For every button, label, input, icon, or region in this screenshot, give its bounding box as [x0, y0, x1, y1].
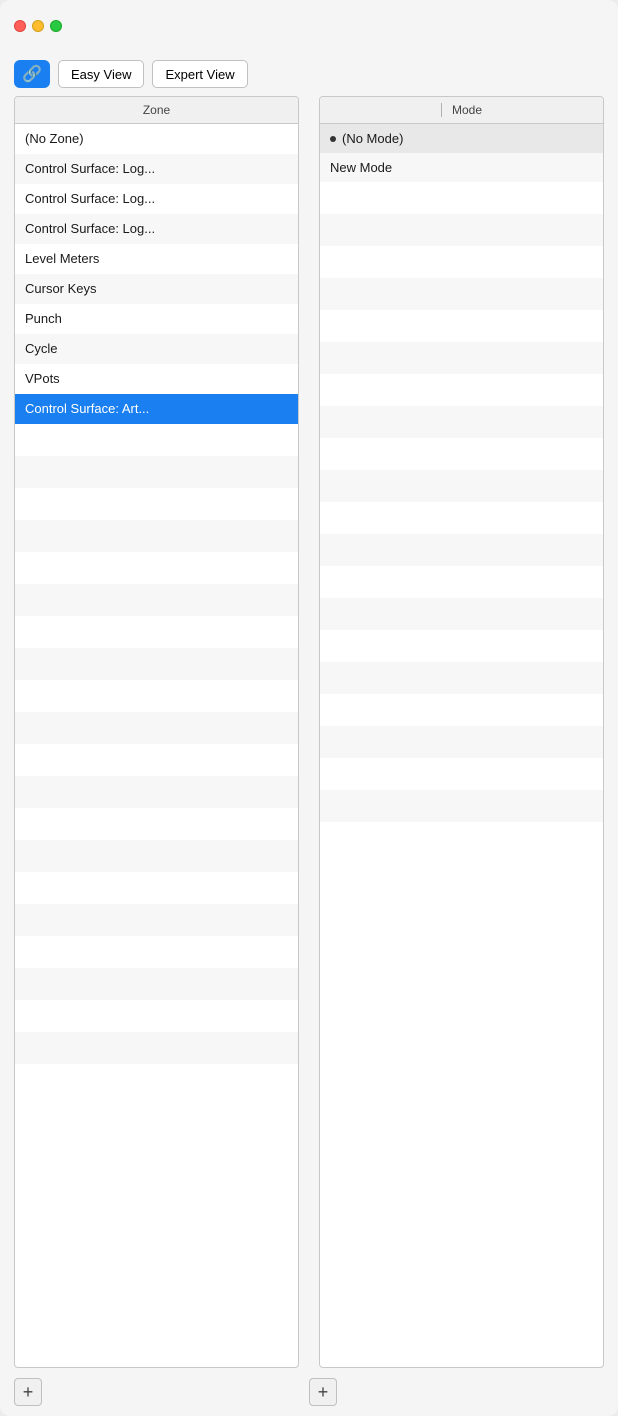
empty-row: [320, 502, 603, 534]
add-zone-button[interactable]: +: [14, 1378, 42, 1406]
list-item-selected[interactable]: Control Surface: Art...: [15, 394, 298, 424]
empty-row: [320, 310, 603, 342]
empty-row: [15, 776, 298, 808]
list-item[interactable]: Level Meters: [15, 244, 298, 274]
link-button[interactable]: 🔗: [14, 60, 50, 88]
empty-row: [15, 488, 298, 520]
mode-item-label: New Mode: [330, 160, 392, 175]
zone-panel: Zone (No Zone) Control Surface: Log... C…: [14, 96, 299, 1368]
mode-panel-header: Mode: [320, 97, 603, 124]
empty-row: [320, 214, 603, 246]
empty-row: [320, 694, 603, 726]
empty-row: [15, 808, 298, 840]
empty-row: [320, 278, 603, 310]
empty-row: [15, 1032, 298, 1064]
empty-row: [320, 470, 603, 502]
empty-row: [320, 790, 603, 822]
empty-row: [320, 566, 603, 598]
footer-right: +: [309, 1378, 604, 1406]
footer: + +: [0, 1368, 618, 1416]
empty-row: [320, 726, 603, 758]
list-item[interactable]: VPots: [15, 364, 298, 394]
panels-container: Zone (No Zone) Control Surface: Log... C…: [14, 96, 604, 1368]
empty-row: [15, 520, 298, 552]
link-icon: 🔗: [22, 64, 42, 84]
titlebar: [0, 0, 618, 52]
empty-row: [15, 616, 298, 648]
mode-list[interactable]: (No Mode) New Mode: [320, 124, 603, 1367]
expert-view-button[interactable]: Expert View: [152, 60, 247, 88]
list-item[interactable]: Cycle: [15, 334, 298, 364]
add-mode-button[interactable]: +: [309, 1378, 337, 1406]
mode-dot-icon: [330, 136, 336, 142]
empty-row: [320, 406, 603, 438]
empty-row: [320, 598, 603, 630]
main-window: 🔗 Easy View Expert View Zone (No Zone) C…: [0, 0, 618, 1416]
empty-row: [320, 374, 603, 406]
empty-row: [15, 584, 298, 616]
zone-panel-header: Zone: [15, 97, 298, 124]
close-button[interactable]: [14, 20, 26, 32]
empty-row: [15, 968, 298, 1000]
empty-row: [15, 904, 298, 936]
toolbar: 🔗 Easy View Expert View: [0, 52, 618, 96]
empty-row: [320, 246, 603, 278]
mode-item-no-mode[interactable]: (No Mode): [320, 124, 603, 153]
empty-row: [15, 872, 298, 904]
minimize-button[interactable]: [32, 20, 44, 32]
mode-item-new-mode[interactable]: New Mode: [320, 153, 603, 182]
traffic-lights: [14, 20, 62, 32]
list-item[interactable]: Control Surface: Log...: [15, 154, 298, 184]
empty-row: [15, 840, 298, 872]
zone-list[interactable]: (No Zone) Control Surface: Log... Contro…: [15, 124, 298, 1367]
empty-row: [15, 424, 298, 456]
empty-row: [15, 1000, 298, 1032]
footer-left: +: [14, 1378, 309, 1406]
empty-row: [320, 182, 603, 214]
empty-row: [320, 438, 603, 470]
empty-row: [15, 680, 298, 712]
empty-row: [15, 712, 298, 744]
list-item[interactable]: (No Zone): [15, 124, 298, 154]
empty-row: [15, 744, 298, 776]
easy-view-button[interactable]: Easy View: [58, 60, 144, 88]
list-item[interactable]: Control Surface: Log...: [15, 214, 298, 244]
mode-item-label: (No Mode): [342, 131, 403, 146]
empty-row: [320, 342, 603, 374]
empty-row: [320, 758, 603, 790]
empty-row: [320, 534, 603, 566]
empty-row: [15, 936, 298, 968]
list-item[interactable]: Punch: [15, 304, 298, 334]
empty-row: [320, 662, 603, 694]
empty-row: [15, 552, 298, 584]
maximize-button[interactable]: [50, 20, 62, 32]
content-area: Zone (No Zone) Control Surface: Log... C…: [0, 96, 618, 1368]
empty-row: [320, 630, 603, 662]
list-item[interactable]: Cursor Keys: [15, 274, 298, 304]
mode-panel: Mode (No Mode) New Mode: [319, 96, 604, 1368]
list-item[interactable]: Control Surface: Log...: [15, 184, 298, 214]
empty-row: [15, 456, 298, 488]
empty-row: [15, 648, 298, 680]
